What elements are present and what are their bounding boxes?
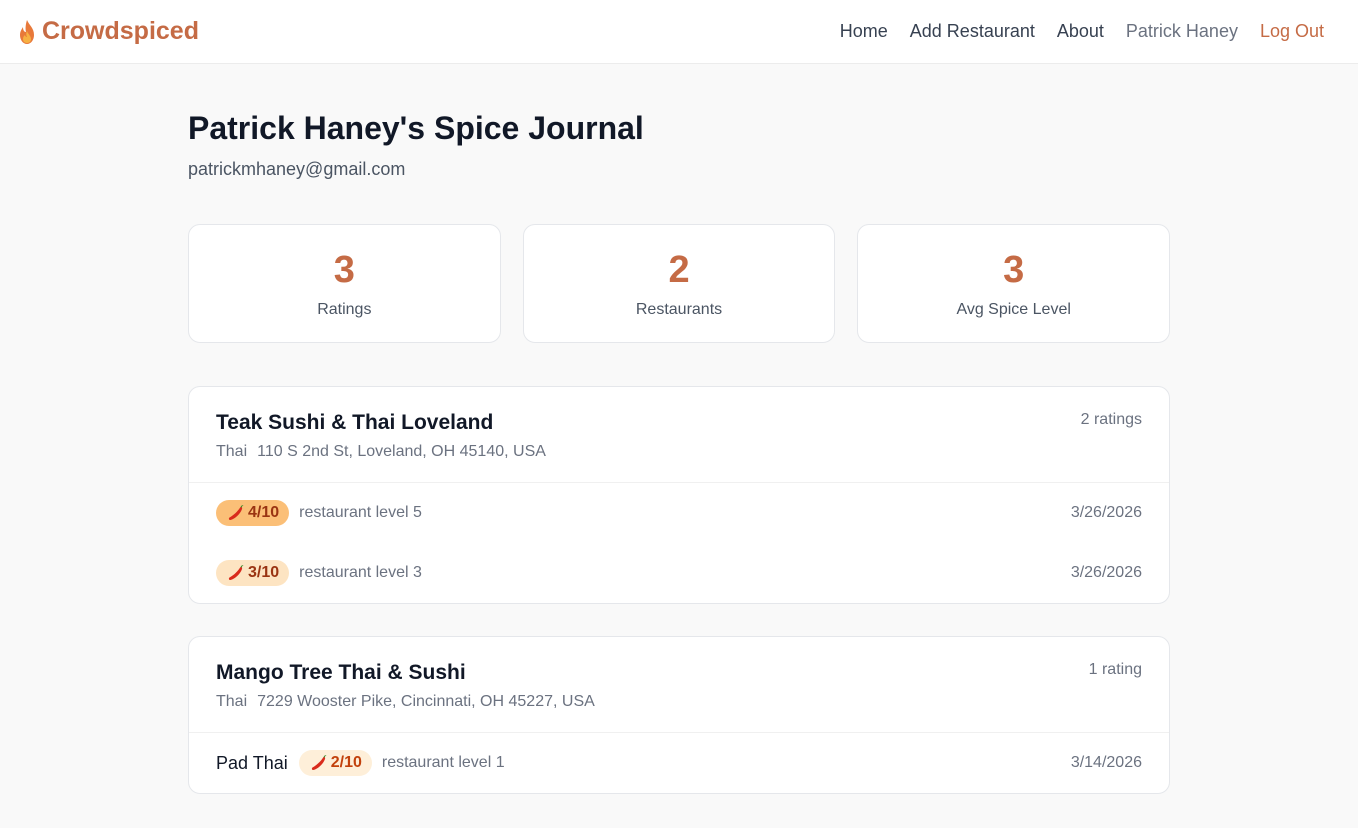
nav-user-name: Patrick Haney [1125,21,1238,41]
chili-pepper-icon [226,563,246,583]
spice-score: 2/10 [330,754,362,771]
rating-date: 3/26/2026 [1070,504,1142,521]
nav-links: Home Add Restaurant About Patrick Haney … [840,21,1324,42]
stat-card-restaurants: 2 Restaurants [522,224,836,343]
stat-label: Ratings [317,300,372,318]
brand-logo[interactable]: Crowdspiced [16,17,199,46]
rating-note: restaurant level 1 [381,754,505,771]
stat-value: 3 [1003,248,1025,291]
page-title: Patrick Haney's Spice Journal [188,110,644,146]
stat-label: Restaurants [635,300,723,318]
restaurant-cuisine: Thai [216,443,248,460]
restaurant-address: 7229 Wooster Pike, Cincinnati, OH 45227,… [257,693,595,710]
restaurant-cuisine: Thai [216,693,248,710]
rating-count: 2 ratings [1080,411,1142,428]
nav-about-link[interactable]: About [1057,21,1104,42]
nav-home-link[interactable]: Home [840,21,888,42]
main-content: Patrick Haney's Spice Journal patrickmha… [188,64,1171,794]
spice-score: 3/10 [248,564,280,581]
rating-note: restaurant level 5 [299,504,422,521]
chili-pepper-icon [309,753,329,773]
spice-score: 4/10 [248,504,280,521]
rating-date: 3/26/2026 [1070,564,1142,581]
nav-add-restaurant-link[interactable]: Add Restaurant [910,21,1035,42]
stat-card-avg-spice: 3 Avg Spice Level [857,224,1171,343]
chili-pepper-icon [226,503,246,523]
flame-icon [16,19,38,45]
stat-card-ratings: 3 Ratings [188,224,501,343]
rating-date: 3/14/2026 [1070,754,1142,771]
logout-link[interactable]: Log Out [1260,21,1324,42]
rating-note: restaurant level 3 [299,564,422,581]
restaurant-name[interactable]: Teak Sushi & Thai Loveland [216,409,546,437]
brand-name: Crowdspiced [42,17,199,45]
spice-badge: 4/10 [216,500,290,526]
rating-row: 3/10 restaurant level 3 3/26/2026 [189,543,1169,603]
restaurant-meta: Thai 110 S 2nd St, Loveland, OH 45140, US… [216,443,546,461]
restaurant-header: Mango Tree Thai & Sushi Thai 7229 Wooster… [189,637,1169,733]
rating-count: 1 rating [1088,661,1142,678]
restaurant-card: Mango Tree Thai & Sushi Thai 7229 Wooster… [188,636,1170,794]
navbar: Crowdspiced Home Add Restaurant About Pa… [0,0,1358,64]
stats-row: 3 Ratings 2 Restaurants 3 Avg Spice Leve… [188,224,1171,343]
user-email: patrickmhaney@gmail.com [188,159,406,179]
spice-badge: 2/10 [298,750,372,776]
restaurant-header: Teak Sushi & Thai Loveland Thai 110 S 2nd… [189,387,1169,483]
dish-name: Pad Thai [216,752,288,773]
stat-value: 3 [333,248,355,291]
stat-value: 2 [668,248,690,291]
restaurant-meta: Thai 7229 Wooster Pike, Cincinnati, OH 45… [216,693,595,711]
rating-row: 4/10 restaurant level 5 3/26/2026 [189,483,1169,543]
restaurant-address: 110 S 2nd St, Loveland, OH 45140, USA [257,443,546,460]
spice-badge: 3/10 [216,560,290,586]
rating-row: Pad Thai 2/10 restaurant level 1 3/14/20… [189,733,1169,793]
stat-label: Avg Spice Level [956,300,1071,318]
restaurant-card: Teak Sushi & Thai Loveland Thai 110 S 2nd… [188,386,1170,604]
restaurant-name[interactable]: Mango Tree Thai & Sushi [216,659,595,687]
